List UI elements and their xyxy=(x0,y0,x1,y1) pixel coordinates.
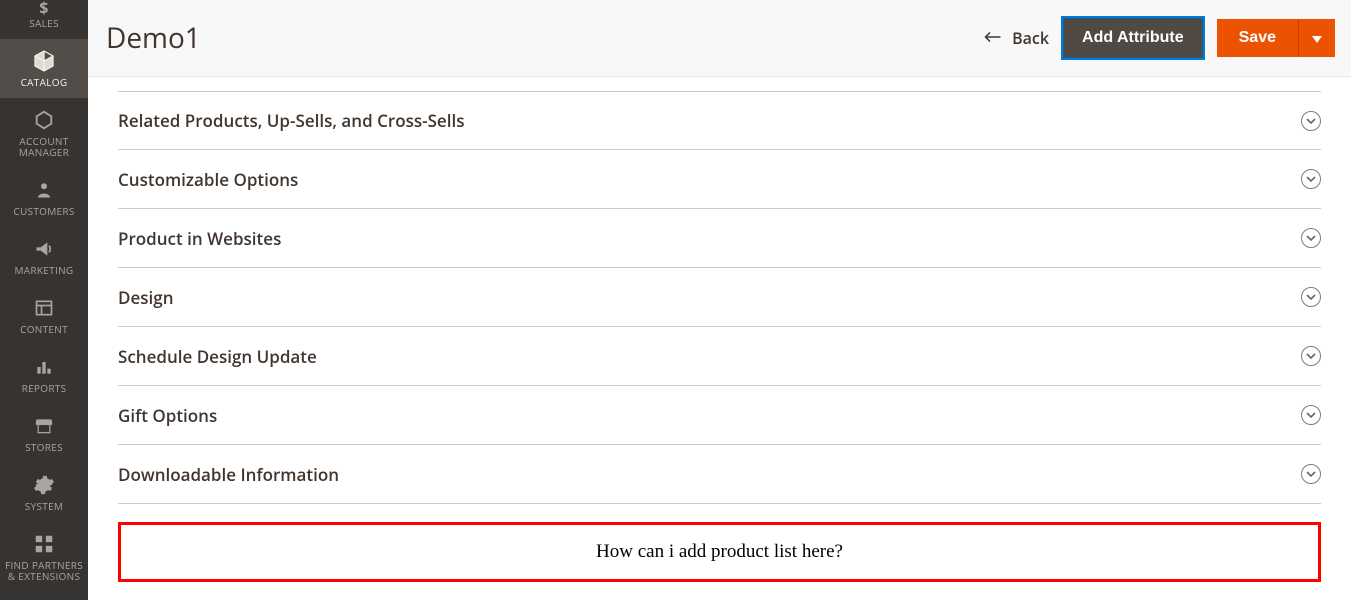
chevron-down-icon xyxy=(1301,111,1321,131)
chevron-down-icon xyxy=(1301,346,1321,366)
sidebar-item-stores[interactable]: STORES xyxy=(0,404,88,463)
chevron-down-icon xyxy=(1301,287,1321,307)
person-icon xyxy=(32,178,56,202)
layout-icon xyxy=(32,296,56,320)
chevron-down-icon xyxy=(1301,405,1321,425)
page-header: Demo1 Back Add Attribute Save xyxy=(88,0,1351,77)
section-design[interactable]: Design xyxy=(118,268,1321,327)
sidebar-item-label: CONTENT xyxy=(20,324,68,335)
svg-text:$: $ xyxy=(39,0,48,17)
blocks-icon xyxy=(32,532,56,556)
sidebar-item-reports[interactable]: REPORTS xyxy=(0,345,88,404)
cube-icon xyxy=(32,49,56,73)
storefront-icon xyxy=(32,414,56,438)
sidebar-item-marketing[interactable]: MARKETING xyxy=(0,227,88,286)
gear-icon xyxy=(32,473,56,497)
save-split-button: Save xyxy=(1217,19,1335,57)
sidebar-item-catalog[interactable]: CATALOG xyxy=(0,39,88,98)
header-actions: Back Add Attribute Save xyxy=(984,18,1335,58)
sidebar-item-label: STORES xyxy=(25,442,63,453)
sidebar-item-label: REPORTS xyxy=(22,383,67,394)
save-dropdown-toggle[interactable] xyxy=(1299,19,1335,57)
section-title: Design xyxy=(118,286,174,309)
section-title: Customizable Options xyxy=(118,168,298,191)
sidebar-item-customers[interactable]: CUSTOMERS xyxy=(0,168,88,227)
sidebar-item-sales[interactable]: $ SALES xyxy=(0,0,88,39)
triangle-down-icon xyxy=(1312,27,1322,49)
section-schedule-design-update[interactable]: Schedule Design Update xyxy=(118,327,1321,386)
page-title: Demo1 xyxy=(106,19,201,57)
bars-icon xyxy=(32,355,56,379)
chevron-down-icon xyxy=(1301,169,1321,189)
sidebar-item-label: FIND PARTNERS & EXTENSIONS xyxy=(4,560,84,582)
sidebar-item-label: ACCOUNT MANAGER xyxy=(4,136,84,158)
section-customizable-options[interactable]: Customizable Options xyxy=(118,150,1321,209)
sidebar-item-system[interactable]: SYSTEM xyxy=(0,463,88,522)
save-button[interactable]: Save xyxy=(1217,19,1299,57)
chevron-down-icon xyxy=(1301,228,1321,248)
section-related-products[interactable]: Related Products, Up-Sells, and Cross-Se… xyxy=(118,91,1321,150)
back-button[interactable]: Back xyxy=(984,27,1049,49)
sidebar-item-partners[interactable]: FIND PARTNERS & EXTENSIONS xyxy=(0,522,88,592)
arrow-left-icon xyxy=(984,27,1002,49)
dollar-icon: $ xyxy=(32,0,56,16)
admin-sidebar: $ SALES CATALOG ACCOUNT MANAGER CUSTOMER… xyxy=(0,0,88,600)
chevron-down-icon xyxy=(1301,464,1321,484)
section-product-in-websites[interactable]: Product in Websites xyxy=(118,209,1321,268)
sidebar-item-label: CATALOG xyxy=(21,77,68,88)
megaphone-icon xyxy=(32,237,56,261)
section-title: Related Products, Up-Sells, and Cross-Se… xyxy=(118,109,464,132)
section-gift-options[interactable]: Gift Options xyxy=(118,386,1321,445)
section-title: Product in Websites xyxy=(118,227,281,250)
section-title: Schedule Design Update xyxy=(118,345,317,368)
sidebar-item-label: MARKETING xyxy=(15,265,74,276)
sidebar-item-label: SALES xyxy=(29,18,59,29)
sidebar-item-label: SYSTEM xyxy=(25,501,63,512)
annotation-text: How can i add product list here? xyxy=(596,541,843,563)
sidebar-item-label: CUSTOMERS xyxy=(13,206,74,217)
sidebar-item-content[interactable]: CONTENT xyxy=(0,286,88,345)
section-title: Downloadable Information xyxy=(118,463,339,486)
sidebar-item-account-manager[interactable]: ACCOUNT MANAGER xyxy=(0,98,88,168)
section-title: Gift Options xyxy=(118,404,217,427)
annotation-callout: How can i add product list here? xyxy=(118,522,1321,582)
back-label: Back xyxy=(1012,27,1049,49)
hexagon-icon xyxy=(32,108,56,132)
main-content: Related Products, Up-Sells, and Cross-Se… xyxy=(88,77,1351,600)
section-downloadable-information[interactable]: Downloadable Information xyxy=(118,445,1321,504)
add-attribute-button[interactable]: Add Attribute xyxy=(1063,18,1203,58)
